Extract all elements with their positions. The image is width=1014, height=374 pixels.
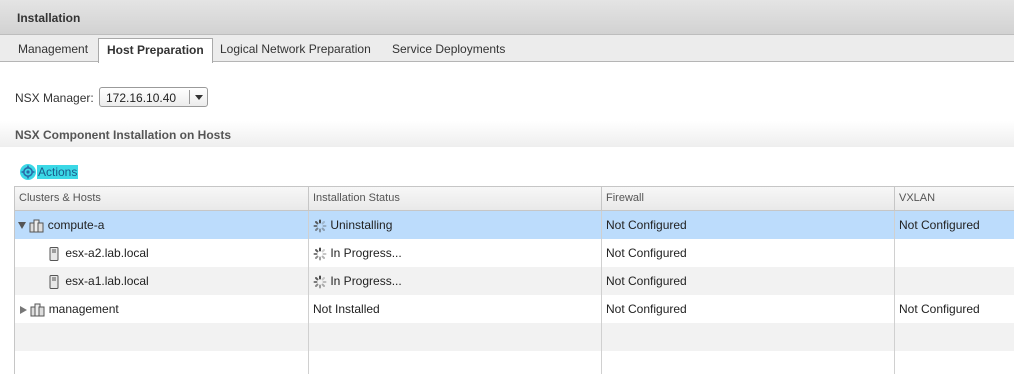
nsx-manager-label: NSX Manager: [15,91,94,105]
tab-bar: Management Host Preparation Logical Netw… [0,35,1014,63]
cluster-icon [30,303,45,317]
chevron-down-icon[interactable] [195,95,203,100]
status-text: Uninstalling [330,218,393,232]
expand-icon[interactable] [20,305,27,314]
window-header: Installation [0,0,1014,35]
table-row[interactable]: esx-a2.lab.local In Progress... Not Conf… [15,239,1014,267]
host-cell: esx-a2.lab.local [15,239,309,267]
page-title: Installation [17,11,81,25]
nsx-manager-select[interactable]: 172.16.10.40 [99,87,208,107]
spinner-icon [313,247,327,261]
cluster-name: management [48,302,119,316]
tab-service-deployments[interactable]: Service Deployments [392,38,505,61]
host-name: esx-a1.lab.local [65,274,149,288]
spinner-icon [313,219,327,233]
empty-cell [309,351,602,374]
empty-cell [309,323,602,351]
host-icon [49,246,59,261]
empty-cell [15,351,309,374]
status-text: In Progress... [330,246,402,260]
status-cell: In Progress... [309,239,602,267]
select-divider [189,90,190,104]
firewall-cell: Not Configured [602,239,895,267]
firewall-cell: Not Configured [602,211,895,239]
nsx-manager-value: 172.16.10.40 [106,91,177,105]
cluster-icon [29,219,44,233]
vxlan-cell: Not Configured [899,302,980,316]
grid-header: Clusters & Hosts Installation Status Fir… [15,186,1014,211]
hosts-grid: Clusters & Hosts Installation Status Fir… [14,186,1014,374]
cluster-cell: management [15,295,309,323]
vxlan-cell [895,267,1014,295]
empty-row [15,351,1014,374]
status-cell: In Progress... [309,267,602,295]
table-row[interactable]: management Not Installed Not Configured … [15,295,1014,323]
status-cell: Not Installed [309,295,602,323]
column-header-vxlan[interactable]: VXLAN [895,187,1014,210]
host-name: esx-a2.lab.local [65,246,149,260]
tab-host-preparation[interactable]: Host Preparation [98,38,213,63]
cluster-cell: compute-a [15,211,309,239]
gear-icon [20,164,36,180]
vxlan-cell [895,239,1014,267]
spinner-icon [313,275,327,289]
table-row[interactable]: compute-a Uninstalling Not Configured No… [15,211,1014,239]
table-row[interactable]: esx-a1.lab.local In Progress... Not Conf… [15,267,1014,295]
empty-cell [602,323,895,351]
status-cell: Uninstalling [309,211,602,239]
empty-row [15,323,1014,351]
actions-label: Actions [37,165,79,179]
tab-logical-network-preparation[interactable]: Logical Network Preparation [220,38,371,61]
cluster-name: compute-a [47,218,105,232]
empty-cell [602,351,895,374]
host-cell: esx-a1.lab.local [15,267,309,295]
empty-cell [15,323,309,351]
status-text: In Progress... [330,274,402,288]
actions-button[interactable]: Actions [20,163,79,181]
section-title: NSX Component Installation on Hosts [15,128,232,142]
firewall-cell: Not Configured [602,295,895,323]
column-header-clusters-hosts[interactable]: Clusters & Hosts [15,187,309,210]
collapse-icon[interactable] [18,222,26,230]
host-icon [49,274,59,289]
column-header-installation-status[interactable]: Installation Status [309,187,602,210]
firewall-cell: Not Configured [602,267,895,295]
column-header-firewall[interactable]: Firewall [602,187,895,210]
tab-management[interactable]: Management [18,38,88,61]
section-header: NSX Component Installation on Hosts [0,121,1014,147]
vxlan-cell: Not Configured [899,218,980,232]
